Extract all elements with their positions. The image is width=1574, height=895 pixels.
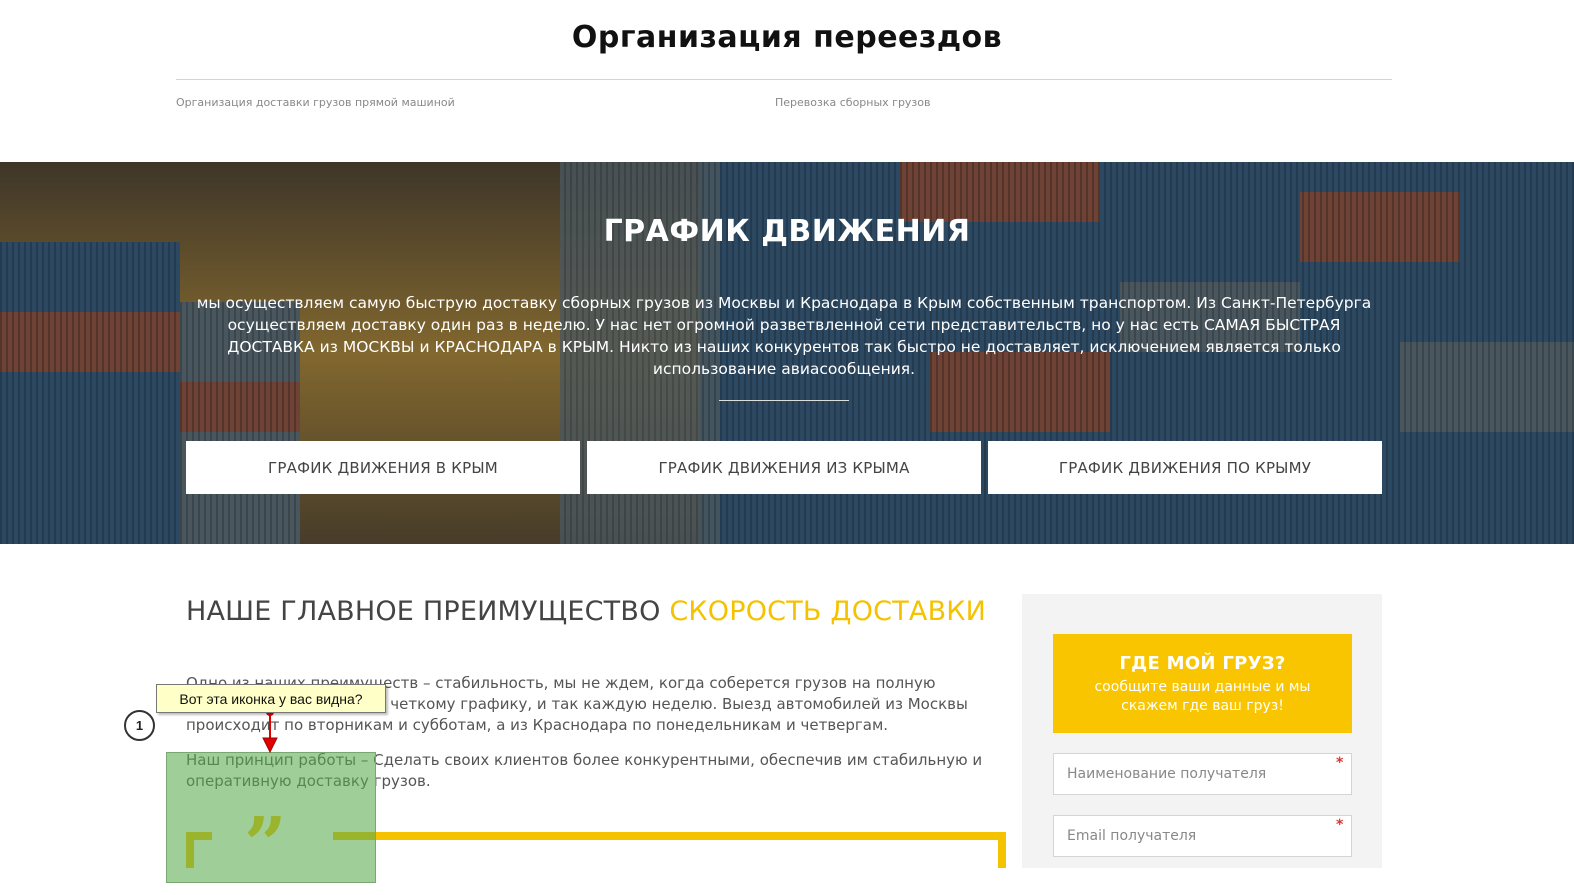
annotation-arrow-icon — [262, 708, 278, 754]
hero-title: ГРАФИК ДВИЖЕНИЯ — [603, 214, 971, 249]
schedule-to-crimea-button[interactable]: ГРАФИК ДВИЖЕНИЯ В КРЫМ — [186, 441, 580, 494]
quote-frame-right — [998, 832, 1006, 868]
cargo-tracking-text: сообщите ваши данные и мы скажем где ваш… — [1094, 679, 1311, 714]
recipient-name-input[interactable] — [1053, 753, 1352, 795]
recipient-email-input[interactable] — [1053, 815, 1352, 857]
required-mark: * — [1336, 755, 1344, 771]
schedule-hero: ГРАФИК ДВИЖЕНИЯ мы осуществляем самую бы… — [0, 162, 1574, 544]
cargo-tracking-title: ГДЕ МОЙ ГРУЗ? — [1119, 653, 1286, 674]
schedule-within-crimea-button[interactable]: ГРАФИК ДВИЖЕНИЯ ПО КРЫМУ — [988, 441, 1382, 494]
advantage-heading-highlight: СКОРОСТЬ ДОСТАВКИ — [669, 596, 987, 627]
hero-divider — [719, 400, 849, 401]
advantage-heading: НАШЕ ГЛАВНОЕ ПРЕИМУЩЕСТВО СКОРОСТЬ ДОСТА… — [186, 596, 986, 627]
required-mark: * — [1336, 817, 1344, 833]
annotation-highlight-box — [166, 752, 376, 883]
top-section: Организация переездов Организация достав… — [0, 0, 1574, 162]
title-divider — [176, 79, 1392, 80]
advantage-heading-main: НАШЕ ГЛАВНОЕ ПРЕИМУЩЕСТВО — [186, 596, 670, 627]
link-direct-delivery[interactable]: Организация доставки грузов прямой машин… — [176, 96, 455, 109]
link-consolidated-cargo[interactable]: Перевозка сборных грузов — [775, 96, 931, 109]
page-title: Организация переездов — [571, 20, 1003, 55]
annotation-tooltip: Вот эта иконка у вас видна? — [156, 684, 386, 713]
hero-description: мы осуществляем самую быструю доставку с… — [196, 294, 1372, 378]
quote-frame-top — [333, 832, 1006, 840]
cargo-tracking-card: ГДЕ МОЙ ГРУЗ? сообщите ваши данные и мы … — [1053, 634, 1352, 733]
schedule-from-crimea-button[interactable]: ГРАФИК ДВИЖЕНИЯ ИЗ КРЫМА — [587, 441, 981, 494]
annotation-number-badge: 1 — [124, 710, 155, 741]
